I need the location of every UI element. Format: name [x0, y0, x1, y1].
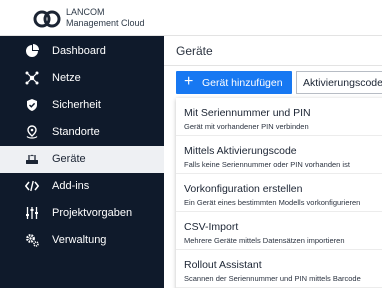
menu-item-subtitle: Mehrere Geräte mittels Datensätzen impor…	[184, 236, 345, 245]
dashboard-icon	[26, 44, 39, 57]
menu-item-subtitle: Falls keine Seriennummer oder PIN vorhan…	[184, 160, 350, 169]
menu-item-title: Mit Seriennummer und PIN	[184, 107, 311, 119]
sidebar-item-label: Dashboard	[52, 45, 106, 57]
main-content: Geräte + Gerät hinzufügen Aktivierungsco…	[164, 36, 382, 288]
sidebar-item-netze[interactable]: Netze	[0, 65, 164, 92]
sliders-icon	[26, 207, 38, 219]
location-icon	[26, 125, 38, 139]
network-icon	[25, 71, 39, 85]
menu-item-title: Vorkonfiguration erstellen	[184, 183, 303, 195]
page-title: Geräte	[176, 44, 213, 58]
sidebar-item-dashboard[interactable]: Dashboard	[0, 38, 164, 65]
brand-name: LANCOM Management Cloud	[66, 7, 145, 29]
activation-codes-button-label: Aktivierungscodes	[303, 77, 382, 89]
add-device-button-label: Gerät hinzufügen	[202, 77, 283, 89]
sidebar-item-label: Verwaltung	[52, 234, 107, 246]
lancom-logo-icon[interactable]	[32, 7, 62, 31]
sidebar-item-geraete[interactable]: Geräte	[0, 146, 164, 173]
menu-item-activation-code[interactable]: Mittels Aktivierungscode Falls keine Ser…	[176, 136, 382, 174]
activation-codes-button[interactable]: Aktivierungscodes	[296, 71, 382, 94]
sidebar-item-standorte[interactable]: Standorte	[0, 119, 164, 146]
code-icon	[25, 180, 39, 192]
sidebar-item-label: Sicherheit	[52, 99, 101, 111]
menu-item-title: Rollout Assistant	[184, 259, 262, 271]
gears-icon	[26, 234, 39, 247]
menu-item-preconfiguration[interactable]: Vorkonfiguration erstellen Ein Gerät ein…	[176, 174, 382, 212]
device-icon	[26, 154, 38, 164]
menu-item-subtitle: Gerät mit vorhandener PIN verbinden	[184, 122, 309, 131]
menu-item-rollout-assistant[interactable]: Rollout Assistant Scannen der Seriennumm…	[176, 250, 382, 288]
plus-icon: +	[184, 73, 194, 90]
menu-item-subtitle: Ein Gerät eines bestimmten Modells vorko…	[184, 198, 361, 207]
menu-item-title: CSV-Import	[184, 221, 239, 233]
sidebar: Dashboard Netze Sicherheit Standorte Ger…	[0, 36, 164, 288]
shield-icon	[27, 99, 37, 111]
menu-item-subtitle: Scannen der Seriennummer und PIN mittels…	[184, 274, 361, 283]
menu-item-title: Mittels Aktivierungscode	[184, 145, 297, 157]
sidebar-item-add-ins[interactable]: Add-ins	[0, 173, 164, 200]
sidebar-item-label: Add-ins	[52, 180, 90, 192]
divider	[164, 65, 382, 66]
add-device-menu: Mit Seriennummer und PIN Gerät mit vorha…	[176, 98, 382, 288]
sidebar-item-projektvorgaben[interactable]: Projektvorgaben	[0, 200, 164, 227]
menu-item-csv-import[interactable]: CSV-Import Mehrere Geräte mittels Datens…	[176, 212, 382, 250]
brand-line-2: Management Cloud	[66, 18, 145, 28]
top-bar: LANCOM Management Cloud	[0, 0, 382, 36]
brand-line-1: LANCOM	[66, 7, 105, 17]
sidebar-item-sicherheit[interactable]: Sicherheit	[0, 92, 164, 119]
sidebar-item-label: Geräte	[52, 153, 86, 165]
sidebar-item-label: Standorte	[52, 126, 100, 138]
sidebar-item-label: Projektvorgaben	[52, 207, 133, 219]
sidebar-item-label: Netze	[52, 72, 81, 84]
sidebar-item-verwaltung[interactable]: Verwaltung	[0, 227, 164, 254]
menu-item-serial-pin[interactable]: Mit Seriennummer und PIN Gerät mit vorha…	[176, 98, 382, 136]
add-device-button[interactable]: + Gerät hinzufügen	[176, 71, 292, 94]
